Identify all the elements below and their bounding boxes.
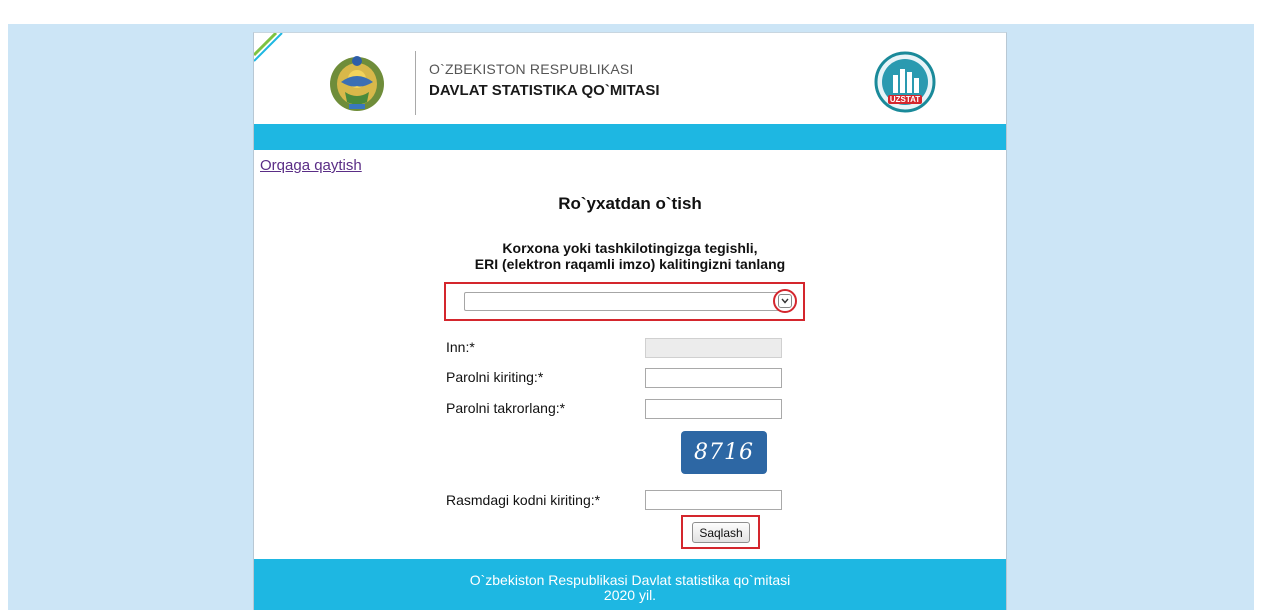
corner-stripes-icon [254,33,283,62]
uzbekistan-emblem-icon [330,56,384,111]
dropdown-toggle[interactable] [773,289,797,313]
captcha-input[interactable] [645,490,782,510]
inn-field[interactable] [645,338,782,358]
page-background: O`ZBEKISTON RESPUBLIKASI DAVLAT STATISTI… [8,24,1254,610]
footer-year: 2020 yil. [603,587,657,603]
org-name-line1: O`ZBEKISTON RESPUBLIKASI [429,61,634,77]
password-repeat-label: Parolni takrorlang:* [446,400,566,416]
captcha-image: 8716 [681,431,767,474]
org-name-line2: DAVLAT STATISTIKA QO`MITASI [429,82,660,99]
back-link[interactable]: Orqaga qaytish [260,157,362,174]
uzstat-logo-icon: UZSTAT [874,51,936,113]
form-instructions: Korxona yoki tashkilotingizga tegishli, … [254,240,1006,272]
site-footer: O`zbekiston Respublikasi Davlat statisti… [254,559,1006,610]
key-select-highlight [444,282,805,321]
footer-org-name: O`zbekiston Respublikasi Davlat statisti… [469,572,791,588]
page-container: O`ZBEKISTON RESPUBLIKASI DAVLAT STATISTI… [253,32,1007,610]
password-field[interactable] [645,368,782,388]
page-title: Ro`yxatdan o`tish [558,194,702,213]
save-button-highlight: Saqlash [681,515,760,549]
chevron-down-icon [778,294,792,308]
inn-label: Inn:* [446,339,475,355]
key-select-dropdown[interactable] [464,292,789,311]
site-header: O`ZBEKISTON RESPUBLIKASI DAVLAT STATISTI… [254,33,1006,124]
password-label: Parolni kiriting:* [446,369,544,385]
instruction-line1: Korxona yoki tashkilotingizga tegishli, [502,240,758,256]
captcha-label: Rasmdagi kodni kiriting:* [446,492,601,508]
header-accent-bar [254,124,1006,150]
uzstat-logo-text: UZSTAT [890,95,920,104]
instruction-line2: ERI (elektron raqamli imzo) kalitingizni… [474,256,786,272]
password-repeat-field[interactable] [645,399,782,419]
save-button[interactable]: Saqlash [692,522,750,543]
header-divider [415,51,416,115]
